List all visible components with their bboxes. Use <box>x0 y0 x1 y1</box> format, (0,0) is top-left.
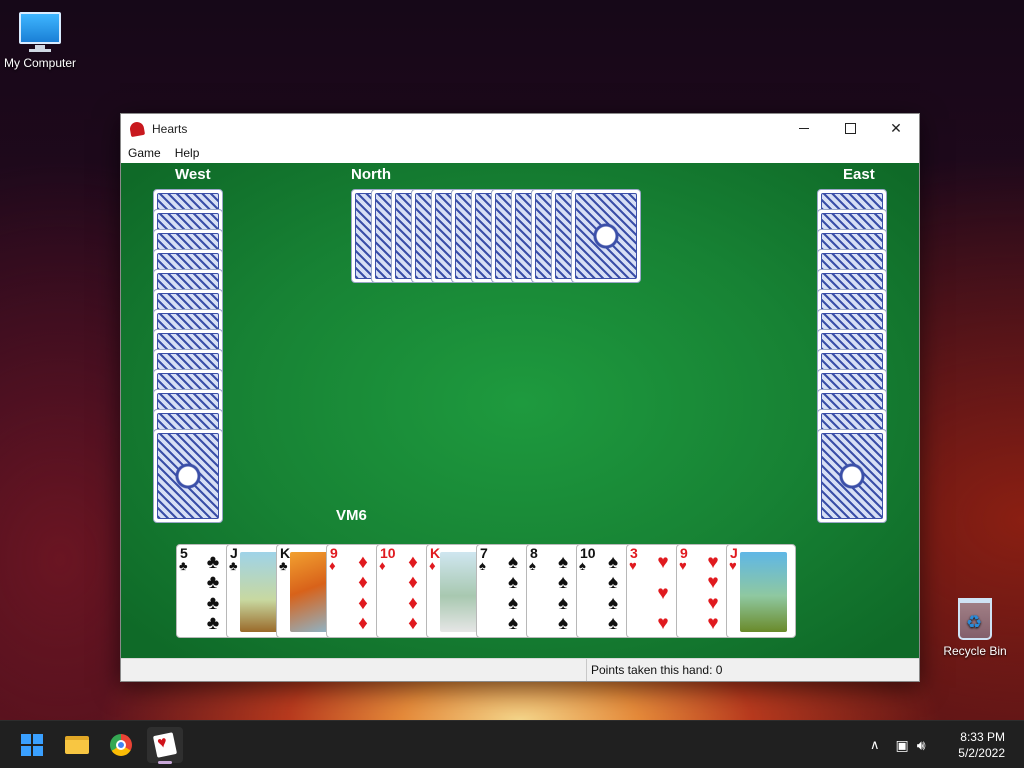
points-status: Points taken this hand: 0 <box>586 659 722 681</box>
west-card-back <box>153 429 223 523</box>
taskbar-file-explorer[interactable] <box>59 727 95 763</box>
clock-time: 8:33 PM <box>960 730 1005 744</box>
minimize-button[interactable] <box>781 114 827 143</box>
desktop-icon-my-computer[interactable]: My Computer <box>0 10 80 70</box>
hearts-app-icon <box>128 120 146 137</box>
game-table: West North East VM6 5 ♣ ♣ ♣ ♣ ♣ J ♣ K ♣ 9 ♦ ♦ ♦ ♦ ♦ 10 ♦ ♦… <box>121 163 919 659</box>
desktop-icon-label: Recycle Bin <box>943 644 1007 658</box>
diamonds-icon: ♦ <box>329 558 336 573</box>
diamonds-icon: ♦ <box>429 558 436 573</box>
windows-logo-icon <box>21 734 43 756</box>
desktop-icon-label: My Computer <box>3 56 77 70</box>
east-card-back <box>817 429 887 523</box>
clubs-icon: ♣ <box>229 558 238 573</box>
network-icon[interactable]: ▣ <box>896 737 909 754</box>
window-title: Hearts <box>152 121 188 136</box>
spades-icon: ♠ <box>579 558 586 573</box>
start-button[interactable] <box>14 727 50 763</box>
player-label-east: East <box>843 166 875 183</box>
close-button[interactable]: ✕ <box>873 114 919 143</box>
clock[interactable]: 8:33 PM 5/2/2022 <box>958 729 1005 761</box>
menu-bar: Game Help <box>121 143 919 163</box>
hearts-icon: ♥ <box>629 558 637 573</box>
hand-card-j-of-hearts[interactable]: J ♥ <box>726 544 796 638</box>
hearts-icon <box>152 732 178 758</box>
diamonds-icon: ♦ <box>379 558 386 573</box>
taskbar-hearts[interactable] <box>147 727 183 763</box>
player-label-north: North <box>351 166 391 183</box>
player-label-west: West <box>175 166 211 183</box>
clubs-icon: ♣ <box>279 558 288 573</box>
computer-icon <box>19 10 61 52</box>
hearts-icon: ♥ <box>729 558 737 573</box>
clubs-icon: ♣ <box>179 558 188 573</box>
title-bar[interactable]: Hearts ✕ <box>121 114 919 143</box>
spades-icon: ♠ <box>479 558 486 573</box>
taskbar: ∧ ▣ 🔊︎ 8:33 PM 5/2/2022 <box>0 720 1024 768</box>
show-hidden-icons-icon[interactable]: ∧ <box>870 737 880 753</box>
recycle-bin-icon: ♻ <box>958 598 992 640</box>
taskbar-chrome[interactable] <box>103 727 139 763</box>
status-bar: Points taken this hand: 0 <box>121 658 919 681</box>
hearts-icon: ♥ <box>679 558 687 573</box>
maximize-button[interactable] <box>827 114 873 143</box>
face-card-art <box>740 552 787 632</box>
desktop-icon-recycle-bin[interactable]: ♻ Recycle Bin <box>935 598 1015 658</box>
menu-help[interactable]: Help <box>175 146 200 160</box>
clock-date: 5/2/2022 <box>958 746 1005 760</box>
north-card-back <box>571 189 641 283</box>
active-app-indicator <box>158 761 172 764</box>
spades-icon: ♠ <box>529 558 536 573</box>
chrome-icon <box>110 734 132 756</box>
hearts-window: Hearts ✕ Game Help West North East VM6 5… <box>120 113 920 682</box>
player-label-south: VM6 <box>336 507 367 524</box>
menu-game[interactable]: Game <box>128 146 161 160</box>
folder-icon <box>65 736 89 754</box>
volume-icon[interactable]: 🔊︎ <box>917 737 926 754</box>
